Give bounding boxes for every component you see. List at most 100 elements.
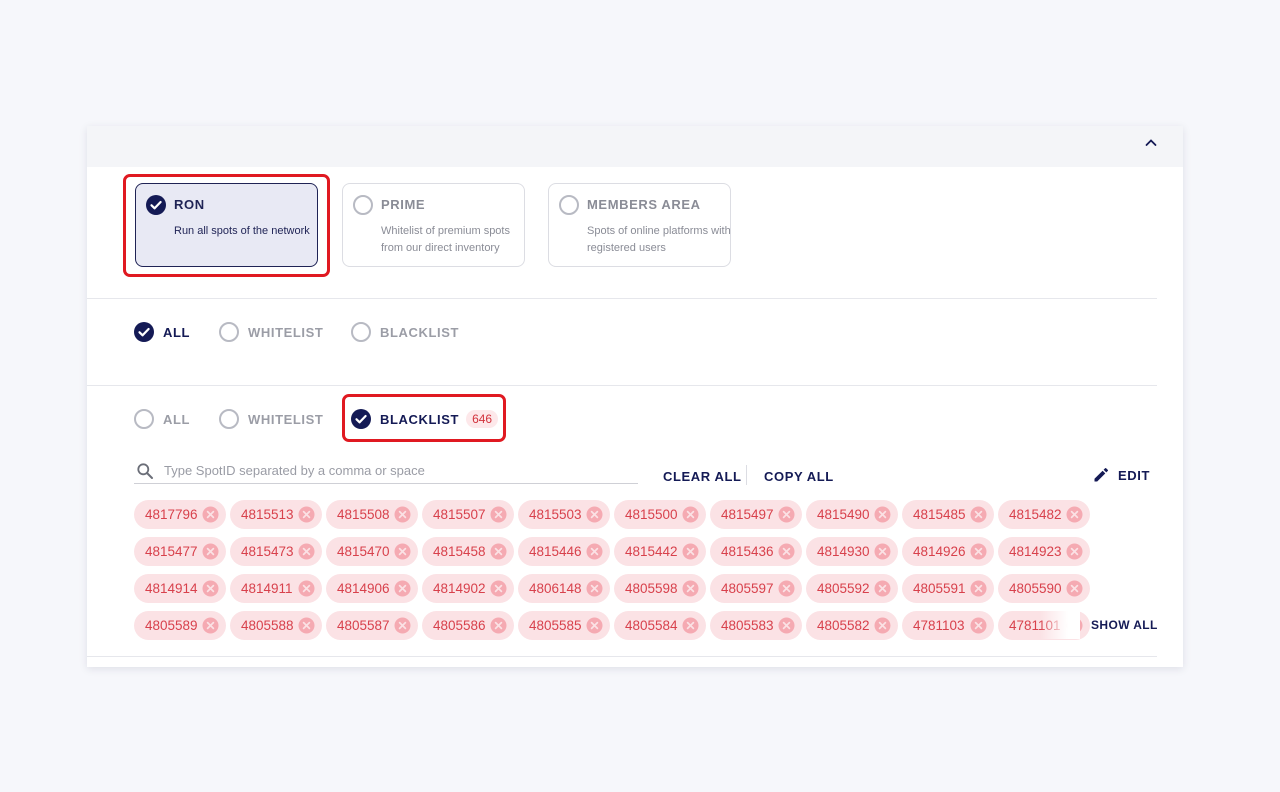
remove-chip-icon[interactable]: [1066, 580, 1083, 597]
edit-label: EDIT: [1118, 467, 1151, 483]
card-title: MEMBERS AREA: [587, 197, 701, 212]
remove-chip-icon[interactable]: [682, 617, 699, 634]
chip-label: 4805589: [145, 618, 198, 633]
chip-label: 4814902: [433, 581, 486, 596]
remove-chip-icon[interactable]: [682, 543, 699, 560]
radio-checked-icon[interactable]: [134, 322, 154, 342]
remove-chip-icon[interactable]: [1066, 543, 1083, 560]
remove-chip-icon[interactable]: [298, 580, 315, 597]
spotid-chip: 4815482: [998, 500, 1090, 529]
remove-chip-icon[interactable]: [490, 617, 507, 634]
radio-icon[interactable]: [134, 409, 154, 429]
chip-label: 4814906: [337, 581, 390, 596]
radio-checked-icon[interactable]: [351, 409, 371, 429]
remove-chip-icon[interactable]: [970, 580, 987, 597]
clear-all-button[interactable]: CLEAR ALL: [663, 469, 742, 484]
chip-label: 4815513: [241, 507, 294, 522]
ron-radio-checked-icon[interactable]: [146, 195, 166, 215]
remove-chip-icon[interactable]: [970, 617, 987, 634]
chip-label: 4815485: [913, 507, 966, 522]
remove-chip-icon[interactable]: [298, 543, 315, 560]
chip-label: 4815490: [817, 507, 870, 522]
filter2-whitelist-option[interactable]: WHITELIST: [219, 408, 323, 430]
card-prime[interactable]: PRIME Whitelist of premium spots from ou…: [342, 183, 525, 267]
show-all-button[interactable]: SHOW ALL: [1091, 618, 1158, 632]
chip-label: 4815442: [625, 544, 678, 559]
copy-all-button[interactable]: COPY ALL: [764, 469, 834, 484]
remove-chip-icon[interactable]: [394, 506, 411, 523]
pencil-icon: [1094, 467, 1109, 482]
radio-icon[interactable]: [219, 409, 239, 429]
spotid-chip: 4805592: [806, 574, 898, 603]
card-members-area[interactable]: MEMBERS AREA Spots of online platforms w…: [548, 183, 731, 267]
remove-chip-icon[interactable]: [778, 580, 795, 597]
remove-chip-icon[interactable]: [682, 580, 699, 597]
card-title: RON: [174, 197, 205, 212]
spotid-chip: 4805585: [518, 611, 610, 640]
remove-chip-icon[interactable]: [1066, 617, 1083, 634]
option-label: BLACKLIST: [380, 324, 460, 340]
prime-radio-icon[interactable]: [353, 195, 373, 215]
remove-chip-icon[interactable]: [970, 506, 987, 523]
remove-chip-icon[interactable]: [778, 543, 795, 560]
remove-chip-icon[interactable]: [586, 580, 603, 597]
spotid-chip: 4805591: [902, 574, 994, 603]
remove-chip-icon[interactable]: [394, 617, 411, 634]
spotid-chip: 4815485: [902, 500, 994, 529]
spotid-search: [134, 458, 638, 484]
remove-chip-icon[interactable]: [202, 617, 219, 634]
chip-label: 4815446: [529, 544, 582, 559]
chip-label: 4815497: [721, 507, 774, 522]
spotid-chip: 4815458: [422, 537, 514, 566]
radio-icon[interactable]: [351, 322, 371, 342]
remove-chip-icon[interactable]: [874, 580, 891, 597]
spotid-chip: 4815500: [614, 500, 706, 529]
remove-chip-icon[interactable]: [202, 580, 219, 597]
remove-chip-icon[interactable]: [586, 543, 603, 560]
card-ron[interactable]: RON Run all spots of the network: [135, 183, 318, 267]
remove-chip-icon[interactable]: [298, 506, 315, 523]
edit-button[interactable]: EDIT: [1092, 466, 1150, 484]
remove-chip-icon[interactable]: [778, 506, 795, 523]
radio-icon[interactable]: [219, 322, 239, 342]
remove-chip-icon[interactable]: [202, 506, 219, 523]
divider: [87, 656, 1157, 657]
remove-chip-icon[interactable]: [202, 543, 219, 560]
filter2-all-option[interactable]: ALL: [134, 408, 190, 430]
spotid-chip: 4815503: [518, 500, 610, 529]
chip-label: 4805598: [625, 581, 678, 596]
chip-label: 4815473: [241, 544, 294, 559]
remove-chip-icon[interactable]: [394, 543, 411, 560]
chip-label: 4805590: [1009, 581, 1062, 596]
remove-chip-icon[interactable]: [490, 580, 507, 597]
chevron-up-icon[interactable]: [1143, 135, 1159, 151]
option-label: ALL: [163, 411, 191, 427]
remove-chip-icon[interactable]: [394, 580, 411, 597]
remove-chip-icon[interactable]: [1066, 506, 1083, 523]
remove-chip-icon[interactable]: [490, 543, 507, 560]
chip-label: 4781103: [913, 618, 965, 633]
remove-chip-icon[interactable]: [490, 506, 507, 523]
remove-chip-icon[interactable]: [586, 617, 603, 634]
spotid-chip: 4814930: [806, 537, 898, 566]
remove-chip-icon[interactable]: [586, 506, 603, 523]
spotid-chip: 4815477: [134, 537, 226, 566]
blacklist-count-badge: 646: [466, 410, 499, 428]
remove-chip-icon[interactable]: [874, 617, 891, 634]
filter2-blacklist-option[interactable]: BLACKLIST 646: [351, 408, 499, 430]
remove-chip-icon[interactable]: [682, 506, 699, 523]
remove-chip-icon[interactable]: [970, 543, 987, 560]
filter1-all-option[interactable]: ALL: [134, 321, 190, 343]
filter1-whitelist-option[interactable]: WHITELIST: [219, 321, 323, 343]
spotid-input[interactable]: [162, 462, 638, 479]
spotid-chip: 4815497: [710, 500, 802, 529]
remove-chip-icon[interactable]: [298, 617, 315, 634]
divider: [87, 385, 1157, 386]
filter1-blacklist-option[interactable]: BLACKLIST: [351, 321, 459, 343]
remove-chip-icon[interactable]: [874, 506, 891, 523]
spotid-chip: 4814902: [422, 574, 514, 603]
spotid-chip: 4805586: [422, 611, 514, 640]
members-area-radio-icon[interactable]: [559, 195, 579, 215]
remove-chip-icon[interactable]: [874, 543, 891, 560]
remove-chip-icon[interactable]: [778, 617, 795, 634]
